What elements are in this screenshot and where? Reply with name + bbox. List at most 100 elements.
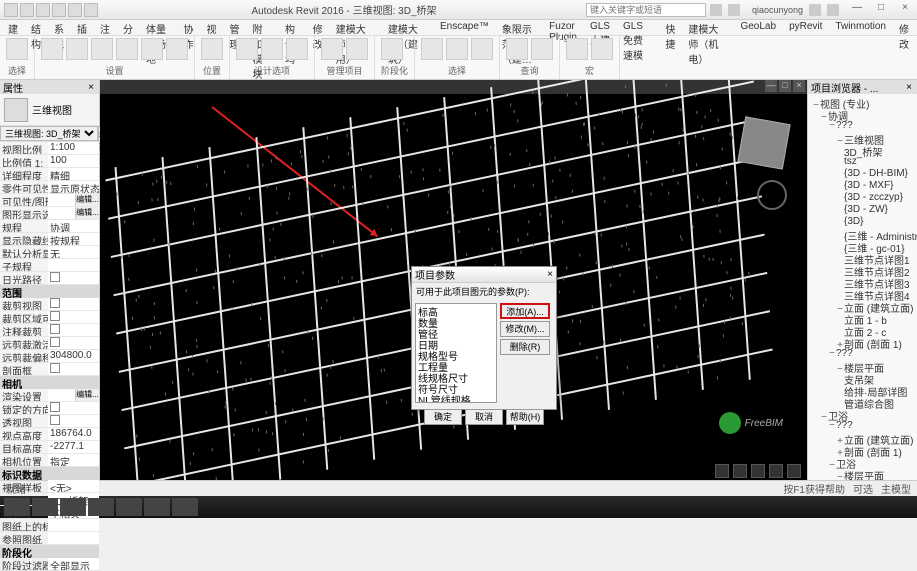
ribbon-button-icon[interactable] <box>471 38 493 60</box>
ribbon-tab[interactable]: 管理 <box>223 20 245 35</box>
vp-tool-icon[interactable] <box>751 464 765 478</box>
checkbox[interactable] <box>50 324 60 334</box>
ribbon-tab[interactable]: 建筑 <box>2 20 24 35</box>
property-value[interactable] <box>48 519 99 531</box>
tree-toggle-icon[interactable]: − <box>828 460 836 471</box>
checkbox[interactable] <box>50 311 60 321</box>
list-item[interactable]: 规格型号 <box>416 348 496 359</box>
tree-node[interactable]: −楼层平面 <box>810 468 915 480</box>
vp-tool-icon[interactable] <box>769 464 783 478</box>
property-value[interactable]: -2277.1 <box>48 441 99 453</box>
browser-tree[interactable]: −视图 (专业)−协调−???−三维视图3D_桥架tsz{3D - DH-BIM… <box>808 94 917 480</box>
ribbon-button-icon[interactable] <box>321 38 343 60</box>
property-value[interactable]: 无 <box>48 246 99 258</box>
qat-undo-icon[interactable] <box>52 3 66 17</box>
ribbon-button-icon[interactable] <box>506 38 528 60</box>
checkbox[interactable] <box>50 272 60 282</box>
task-icon[interactable] <box>172 498 198 516</box>
ribbon-tab[interactable]: 附加模块 <box>246 20 278 35</box>
property-value[interactable] <box>48 311 99 323</box>
list-item[interactable]: 符号尺寸 <box>416 381 496 392</box>
ribbon-tab[interactable]: pyRevit <box>783 20 828 35</box>
exchange-icon[interactable] <box>809 4 821 16</box>
browser-close-icon[interactable]: × <box>904 82 914 93</box>
task-icon[interactable] <box>144 498 170 516</box>
tree-node[interactable]: +剖面 (剖面 1) <box>810 444 915 456</box>
parameters-listbox[interactable]: 标高数量管径日期规格型号工程量线规格尺寸符号尺寸NL管线规格结构设计师电气设计人… <box>415 303 497 403</box>
tree-node[interactable]: {3D - ZW} <box>810 204 915 216</box>
ok-button[interactable]: 确定 <box>424 409 462 425</box>
qat-redo-icon[interactable] <box>68 3 82 17</box>
ribbon-button-icon[interactable] <box>6 38 28 60</box>
checkbox[interactable] <box>50 415 60 425</box>
tree-node[interactable]: {三维 - gc-01} <box>810 240 915 252</box>
tree-node[interactable]: +立面 (建筑立面) <box>810 432 915 444</box>
minimize-button[interactable]: — <box>845 2 869 18</box>
signin-icon[interactable] <box>728 4 740 16</box>
tree-toggle-icon[interactable]: − <box>836 472 844 480</box>
vp-tool-icon[interactable] <box>715 464 729 478</box>
checkbox[interactable] <box>50 363 60 373</box>
tree-node[interactable]: 三维节点详图4 <box>810 288 915 300</box>
ribbon-tab[interactable]: 分析 <box>117 20 139 35</box>
property-value[interactable] <box>48 389 75 401</box>
ribbon-tab[interactable]: 系统 <box>48 20 70 35</box>
list-item[interactable]: 标高 <box>416 304 496 315</box>
ribbon-tab[interactable]: 体量和场地 <box>140 20 176 35</box>
ribbon-tab[interactable]: GLS土建 <box>584 20 616 35</box>
tree-node[interactable]: 支吊架 <box>810 372 915 384</box>
tree-toggle-icon[interactable]: − <box>828 120 836 131</box>
property-value[interactable]: 186764.0 <box>48 428 99 440</box>
tree-node[interactable]: −视图 (专业) <box>810 96 915 108</box>
tree-node[interactable]: {三维 - Administrator} <box>810 228 915 240</box>
view-cube[interactable] <box>737 116 790 169</box>
tree-toggle-icon[interactable]: − <box>828 348 836 359</box>
property-value[interactable] <box>48 194 75 206</box>
ribbon-tab[interactable]: 构件坞 <box>279 20 306 35</box>
ribbon-button-icon[interactable] <box>591 38 613 60</box>
checkbox[interactable] <box>50 402 60 412</box>
ribbon-button-icon[interactable] <box>531 38 553 60</box>
list-item[interactable]: 数量 <box>416 315 496 326</box>
ribbon-tab[interactable]: 视图 <box>200 20 222 35</box>
ribbon-button-icon[interactable] <box>381 38 403 60</box>
ribbon-tab[interactable]: Enscape™ <box>434 20 495 35</box>
property-value[interactable] <box>48 272 99 284</box>
tree-node[interactable]: 给排·局部详图 <box>810 384 915 396</box>
property-value[interactable] <box>48 337 99 349</box>
dialog-titlebar[interactable]: 项目参数 × <box>412 267 556 283</box>
ribbon-tab[interactable]: 插入 <box>71 20 93 35</box>
add-button[interactable]: 添加(A)... <box>500 303 550 319</box>
list-item[interactable]: 管径 <box>416 326 496 337</box>
ribbon-button-icon[interactable] <box>116 38 138 60</box>
qat-app-icon[interactable] <box>4 3 18 17</box>
property-edit-button[interactable]: 编辑... <box>75 207 99 219</box>
tree-node[interactable]: 三维节点详图1 <box>810 252 915 264</box>
property-value[interactable] <box>48 363 99 375</box>
ribbon-button-icon[interactable] <box>286 38 308 60</box>
ribbon-tab[interactable]: GeoLab <box>734 20 782 35</box>
list-item[interactable]: 日期 <box>416 337 496 348</box>
task-icon[interactable] <box>116 498 142 516</box>
ribbon-button-icon[interactable] <box>346 38 368 60</box>
help-icon[interactable] <box>827 4 839 16</box>
nav-wheel[interactable] <box>757 180 787 210</box>
property-value[interactable]: 全部显示 <box>48 558 99 570</box>
tree-node[interactable]: 立面 2 - c <box>810 324 915 336</box>
property-value[interactable]: 304800.0 <box>48 350 99 362</box>
list-item[interactable]: NL管线规格 <box>416 392 496 403</box>
ribbon-button-icon[interactable] <box>166 38 188 60</box>
properties-type-selector[interactable]: 三维视图: 3D_桥架 <box>0 126 98 141</box>
ribbon-tab[interactable]: 修改 <box>893 20 915 35</box>
tree-toggle-icon[interactable]: − <box>828 420 836 431</box>
properties-close-icon[interactable]: × <box>86 82 96 93</box>
tree-toggle-icon[interactable]: − <box>812 100 820 111</box>
property-value[interactable]: 精细 <box>48 168 99 180</box>
tree-toggle-icon[interactable]: − <box>820 412 828 423</box>
task-icon[interactable] <box>60 498 86 516</box>
property-value[interactable] <box>48 298 99 310</box>
vp-max-icon[interactable]: □ <box>779 80 791 92</box>
property-value[interactable] <box>48 207 75 219</box>
ribbon-tab[interactable]: 协作 <box>177 20 199 35</box>
tree-node[interactable]: 三维节点详图2 <box>810 264 915 276</box>
